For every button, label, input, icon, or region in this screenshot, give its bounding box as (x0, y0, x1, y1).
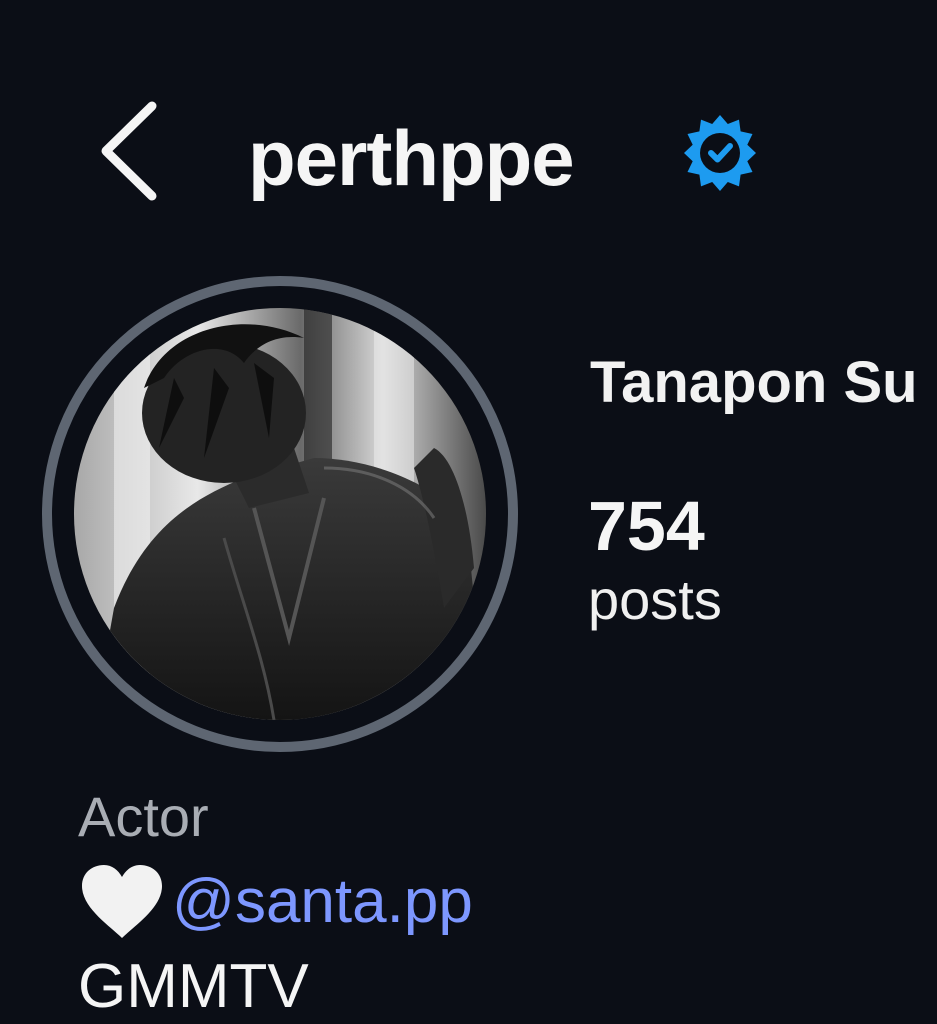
bio-mention-link[interactable]: @santa.pp (172, 862, 473, 942)
verified-badge-icon (680, 113, 760, 193)
profile-username: perthppe (248, 114, 575, 202)
bio-extra-line: GMMTV (78, 952, 309, 1021)
profile-avatar[interactable] (42, 276, 518, 752)
white-heart-icon (78, 862, 166, 942)
profile-photo (74, 308, 486, 720)
profile-full-name: Tanapon Su (590, 350, 918, 415)
chevron-left-icon (101, 101, 157, 201)
back-button[interactable] (96, 100, 166, 202)
posts-label: posts (588, 568, 722, 631)
posts-stat[interactable]: 754 posts (588, 484, 722, 632)
bio-category: Actor (78, 785, 209, 848)
posts-count: 754 (588, 487, 705, 565)
bio-mention-line: @santa.pp (78, 862, 473, 942)
